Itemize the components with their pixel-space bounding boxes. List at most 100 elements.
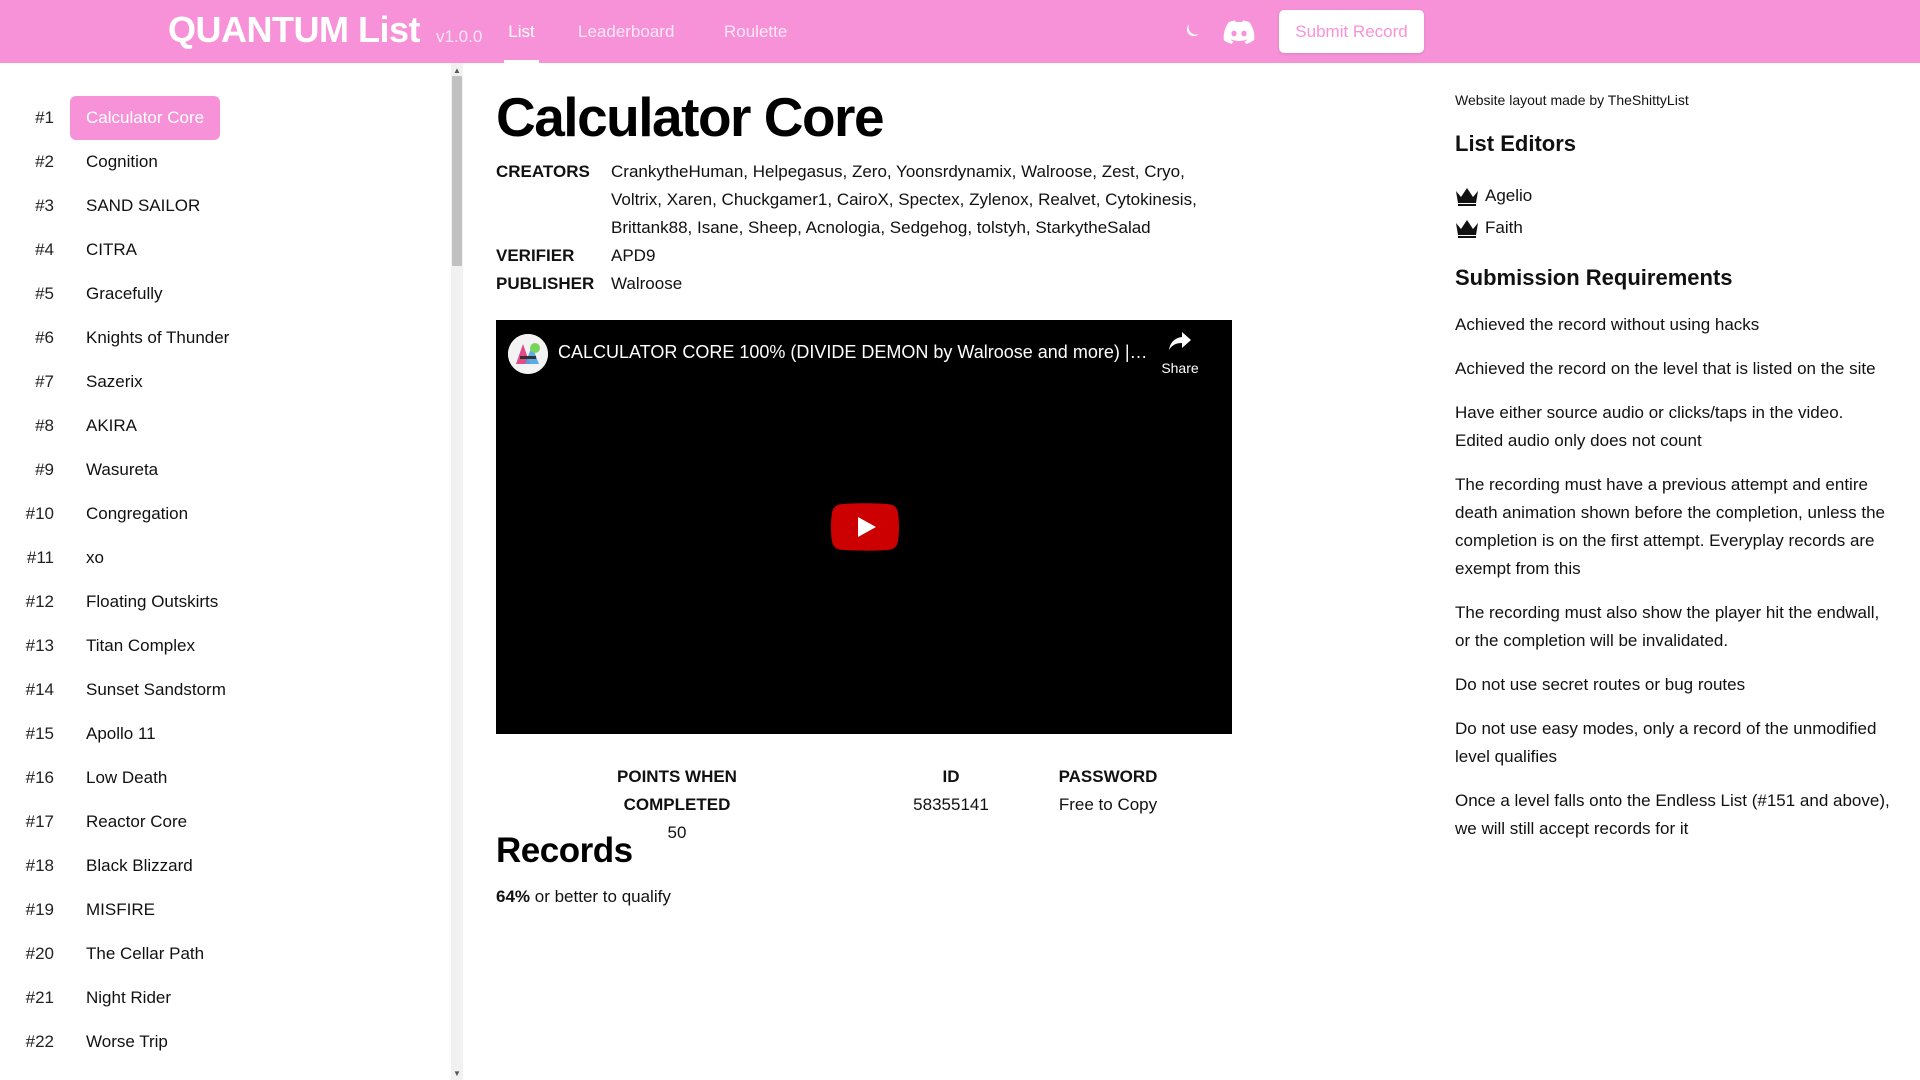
- level-title: Calculator Core: [496, 86, 885, 148]
- id-value: 58355141: [913, 795, 989, 814]
- requirement-item: Do not use secret routes or bug routes: [1455, 675, 1746, 694]
- sidebar-level-item[interactable]: #21 Night Rider: [0, 976, 452, 1020]
- publisher-row: PUBLISHER Walroose: [496, 270, 1236, 298]
- level-name[interactable]: Black Blizzard: [70, 844, 209, 888]
- level-name[interactable]: Low Death: [70, 756, 183, 800]
- level-rank: #3: [35, 196, 54, 215]
- level-rank: #22: [25, 1032, 54, 1051]
- sidebar-level-item[interactable]: #4 CITRA: [0, 228, 452, 272]
- channel-avatar[interactable]: [508, 334, 548, 374]
- points-value: 50: [667, 823, 687, 842]
- play-button[interactable]: [831, 503, 899, 551]
- sidebar-level-item[interactable]: #9 Wasureta: [0, 448, 452, 492]
- editor-name: Faith: [1485, 218, 1523, 237]
- editors-heading: List Editors: [1455, 131, 1577, 156]
- level-name[interactable]: Worse Trip: [70, 1020, 184, 1064]
- level-rank: #15: [25, 724, 54, 743]
- sidebar-level-item[interactable]: #11 xo: [0, 536, 452, 580]
- sidebar-level-item[interactable]: #15 Apollo 11: [0, 712, 452, 756]
- level-rank: #2: [35, 152, 54, 171]
- level-rank: #13: [25, 636, 54, 655]
- sidebar-level-item[interactable]: #2 Cognition: [0, 140, 452, 184]
- sidebar-level-item[interactable]: #7 Sazerix: [0, 360, 452, 404]
- level-rank: #18: [25, 856, 54, 875]
- video-embed[interactable]: CALCULATOR CORE 100% (DIVIDE DEMON by Wa…: [496, 320, 1232, 734]
- play-icon: [831, 503, 899, 551]
- sidebar-level-item[interactable]: #8 AKIRA: [0, 404, 452, 448]
- level-name[interactable]: The Cellar Path: [70, 932, 220, 976]
- creators-value: CrankytheHuman, Helpegasus, Zero, Yoonsr…: [611, 162, 1197, 237]
- moon-icon[interactable]: [1176, 18, 1206, 46]
- password-value: Free to Copy: [1058, 795, 1158, 814]
- level-rank: #17: [25, 812, 54, 831]
- level-rank: #8: [35, 416, 54, 435]
- publisher-label: PUBLISHER: [496, 274, 595, 293]
- level-name[interactable]: SAND SAILOR: [70, 184, 216, 228]
- level-name[interactable]: Titan Complex: [70, 624, 211, 668]
- level-name[interactable]: Floating Outskirts: [70, 580, 234, 624]
- publisher-value: Walroose: [611, 274, 683, 293]
- sidebar-level-item[interactable]: #3 SAND SAILOR: [0, 184, 452, 228]
- sidebar-level-item[interactable]: #17 Reactor Core: [0, 800, 452, 844]
- version-label: v1.0.0: [435, 27, 483, 46]
- level-name[interactable]: CITRA: [70, 228, 153, 272]
- tab-list[interactable]: List: [504, 0, 539, 63]
- sidebar-level-item[interactable]: #14 Sunset Sandstorm: [0, 668, 452, 712]
- scroll-down-arrow-icon[interactable]: ▼: [451, 1068, 463, 1080]
- qualify-text: 64% or better to qualify: [496, 887, 671, 907]
- password-label: PASSWORD: [1058, 767, 1158, 786]
- sidebar-level-item[interactable]: #1 Calculator Core: [0, 96, 452, 140]
- brand[interactable]: QUANTUM List v1.0.0: [168, 9, 482, 53]
- scrollbar-thumb[interactable]: [452, 76, 462, 266]
- password-stat: PASSWORD Free to Copy: [1048, 763, 1168, 819]
- level-rank: #16: [25, 768, 54, 787]
- editor-name: Agelio: [1485, 186, 1533, 205]
- sidebar-level-item[interactable]: #16 Low Death: [0, 756, 452, 800]
- level-rank: #7: [35, 372, 54, 391]
- discord-icon[interactable]: [1222, 18, 1256, 46]
- id-label: ID: [942, 767, 960, 786]
- level-name[interactable]: Sunset Sandstorm: [70, 668, 242, 712]
- level-name[interactable]: Cognition: [70, 140, 174, 184]
- sidebar-level-item[interactable]: #5 Gracefully: [0, 272, 452, 316]
- level-name[interactable]: MISFIRE: [70, 888, 171, 932]
- level-name[interactable]: Wasureta: [70, 448, 174, 492]
- level-name[interactable]: Apollo 11: [70, 712, 172, 756]
- editor-item: Agelio: [1455, 184, 1532, 208]
- requirement-item: Have either source audio or clicks/taps …: [1455, 403, 1844, 450]
- qualify-percent: 64%: [496, 887, 531, 906]
- level-name[interactable]: Congregation: [70, 492, 204, 536]
- level-meta: CREATORS CrankytheHuman, Helpegasus, Zer…: [496, 158, 1236, 298]
- id-stat: ID 58355141: [896, 763, 1006, 819]
- video-title[interactable]: CALCULATOR CORE 100% (DIVIDE DEMON by Wa…: [558, 342, 1148, 363]
- level-name[interactable]: Calculator Core: [70, 96, 221, 140]
- sidebar-level-item[interactable]: #18 Black Blizzard: [0, 844, 452, 888]
- level-name[interactable]: AKIRA: [70, 404, 153, 448]
- level-name[interactable]: Night Rider: [70, 976, 187, 1020]
- tab-roulette[interactable]: Roulette: [724, 0, 787, 63]
- sidebar-level-item[interactable]: #6 Knights of Thunder: [0, 316, 452, 360]
- requirements-heading: Submission Requirements: [1455, 265, 1733, 290]
- level-name[interactable]: Sazerix: [70, 360, 159, 404]
- level-name[interactable]: xo: [70, 536, 120, 580]
- requirement-item: Achieved the record without using hacks: [1455, 315, 1760, 334]
- qualify-suffix: or better to qualify: [530, 887, 671, 906]
- sidebar-level-item[interactable]: #19 MISFIRE: [0, 888, 452, 932]
- sidebar-scrollbar[interactable]: ▲ ▼: [451, 63, 463, 1080]
- sidebar-level-item[interactable]: #20 The Cellar Path: [0, 932, 452, 976]
- sidebar-level-item[interactable]: #13 Titan Complex: [0, 624, 452, 668]
- level-name[interactable]: Knights of Thunder: [70, 316, 245, 360]
- creators-label: CREATORS: [496, 162, 590, 181]
- tab-leaderboard[interactable]: Leaderboard: [578, 0, 674, 63]
- layout-credit: Website layout made by TheShittyList: [1455, 92, 1689, 108]
- level-name[interactable]: Gracefully: [70, 272, 179, 316]
- level-rank: #1: [35, 108, 54, 127]
- share-icon: [1168, 332, 1192, 356]
- level-name[interactable]: Reactor Core: [70, 800, 203, 844]
- share-button[interactable]: Share: [1150, 330, 1210, 376]
- sidebar-level-item[interactable]: #12 Floating Outskirts: [0, 580, 452, 624]
- submit-record-button[interactable]: Submit Record: [1279, 10, 1424, 53]
- sidebar-level-item[interactable]: #22 Worse Trip: [0, 1020, 452, 1064]
- sidebar-level-item[interactable]: #10 Congregation: [0, 492, 452, 536]
- scroll-up-arrow-icon[interactable]: ▲: [451, 66, 463, 76]
